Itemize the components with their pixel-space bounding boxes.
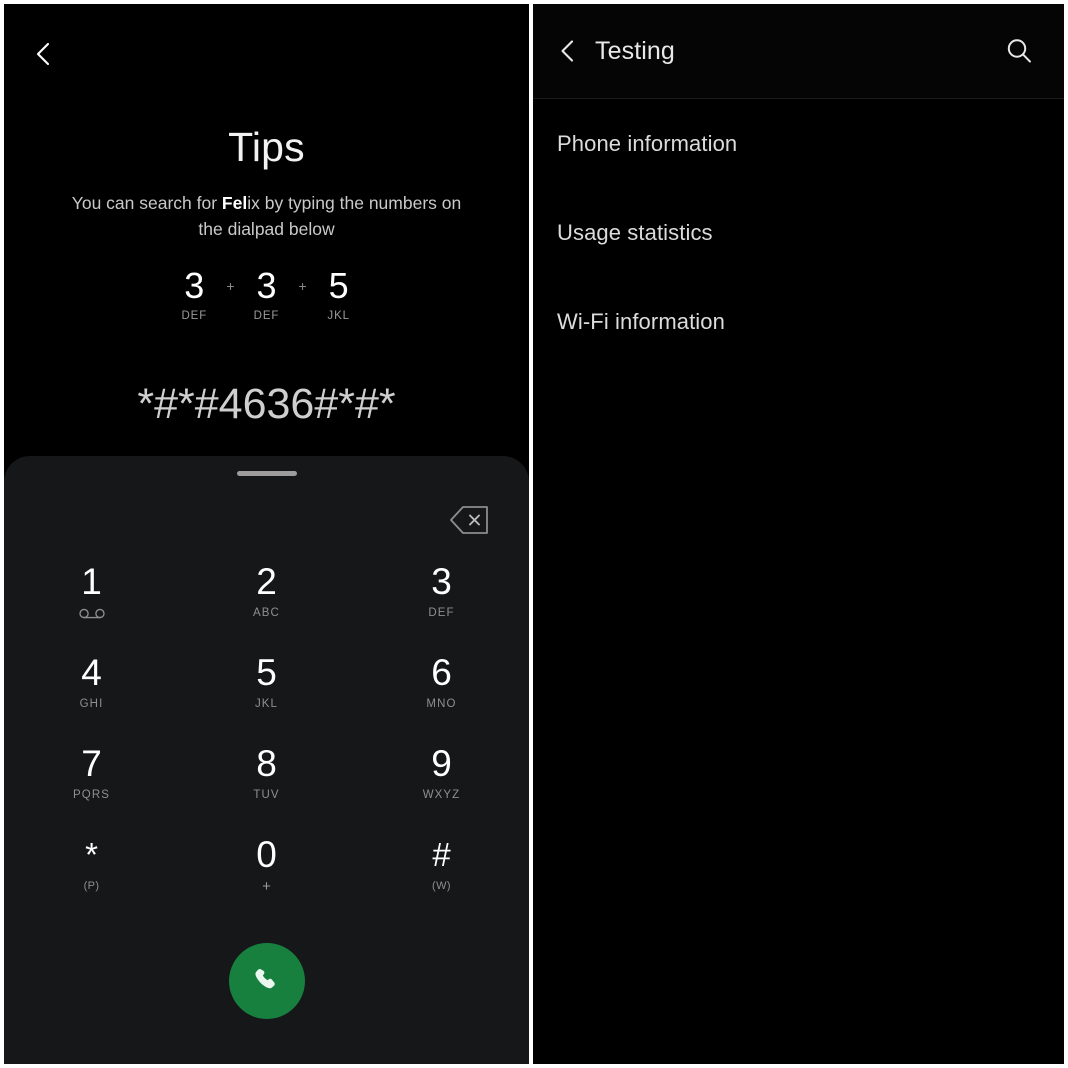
key-digit: 2: [256, 561, 277, 602]
key-digit: 6: [431, 652, 452, 693]
tips-subtitle-highlight: Fel: [221, 193, 248, 213]
tips-subtitle-prefix: You can search for: [71, 193, 222, 213]
key-letters: MNO: [426, 698, 457, 710]
call-button[interactable]: [228, 943, 305, 1019]
search-hint-keys: 3 DEF + 3 DEF + 5 JKL: [4, 265, 529, 323]
key-letters: WXYZ: [422, 789, 461, 801]
key-digit: 9: [431, 743, 452, 784]
dialpad-key-6[interactable]: 6 MNO: [354, 645, 529, 736]
dialpad-key-2[interactable]: 2 ABC: [179, 554, 354, 645]
key-letters: DEF: [428, 607, 455, 619]
key-digit: 0: [256, 834, 277, 875]
dialpad-key-0[interactable]: 0 +: [179, 827, 354, 918]
key-letters: PQRS: [73, 789, 110, 801]
dialpad-row-2: 4 GHI 5 JKL 6 MNO: [4, 645, 529, 736]
hint-separator: +: [226, 278, 235, 294]
dual-screenshot-container: Tips You can search for Felix by typing …: [0, 0, 1068, 1068]
dialpad-key-9[interactable]: 9 WXYZ: [354, 736, 529, 827]
menu-item-wifi-information[interactable]: Wi-Fi information: [533, 277, 1064, 366]
key-digit: 7: [81, 743, 102, 784]
dialer-screen: Tips You can search for Felix by typing …: [0, 0, 531, 1068]
dialpad-row-4: * (P) 0 + # (W): [4, 827, 529, 918]
dialpad-key-4[interactable]: 4 GHI: [4, 645, 179, 736]
hint-digit: 3: [184, 265, 205, 306]
menu-item-label: Usage statistics: [557, 219, 713, 245]
key-digit: 5: [256, 652, 277, 693]
menu-item-label: Wi-Fi information: [557, 308, 725, 334]
dialpad-key-5[interactable]: 5 JKL: [179, 645, 354, 736]
dialpad-row-1: 1 2 ABC 3 DEF: [4, 554, 529, 645]
voicemail-icon: [77, 606, 107, 620]
dialpad-key-hash[interactable]: # (W): [354, 827, 529, 918]
app-bar: Testing: [533, 4, 1064, 99]
dialpad-key-3[interactable]: 3 DEF: [354, 554, 529, 645]
search-icon[interactable]: [1004, 36, 1034, 66]
hint-key-3: 5 JKL: [308, 265, 370, 323]
hint-key-1: 3 DEF: [163, 265, 225, 323]
key-digit: 4: [81, 652, 102, 693]
key-digit: *: [85, 836, 98, 873]
hint-letters: JKL: [327, 310, 350, 322]
page-title: Testing: [595, 36, 675, 65]
menu-item-label: Phone information: [557, 130, 738, 156]
key-digit: #: [432, 836, 451, 873]
dialpad-row-3: 7 PQRS 8 TUV 9 WXYZ: [4, 736, 529, 827]
dialpad-sheet: 1 2 ABC 3 DEF 4 GHI 5 JKL 6 MNO 7 PQRS 8…: [4, 456, 529, 1064]
hint-letters: DEF: [253, 310, 280, 322]
key-digit: 3: [431, 561, 452, 602]
key-digit: 8: [256, 743, 277, 784]
hint-digit: 5: [328, 265, 349, 306]
key-digit: 1: [81, 561, 102, 602]
dialpad-keys: 1 2 ABC 3 DEF 4 GHI 5 JKL 6 MNO 7 PQRS 8…: [4, 554, 529, 918]
key-letters: TUV: [253, 789, 280, 801]
back-chevron-icon[interactable]: [555, 38, 581, 64]
hint-separator: +: [298, 278, 307, 294]
drag-handle[interactable]: [236, 471, 297, 476]
phone-call-icon: [254, 968, 275, 989]
key-letters: GHI: [79, 698, 104, 710]
key-letters: ABC: [253, 607, 280, 619]
dialpad-key-8[interactable]: 8 TUV: [179, 736, 354, 827]
dialed-number-display: *#*#4636#*#*: [137, 380, 396, 428]
key-letters: +: [262, 877, 271, 895]
tips-block: Tips You can search for Felix by typing …: [4, 122, 529, 242]
testing-menu-list: Phone information Usage statistics Wi-Fi…: [533, 99, 1064, 366]
menu-item-phone-information[interactable]: Phone information: [533, 99, 1064, 188]
backspace-icon[interactable]: [449, 504, 491, 536]
tips-subtitle: You can search for Felix by typing the n…: [67, 190, 467, 242]
testing-screen: Testing Phone information Usage statisti…: [531, 0, 1068, 1068]
dialpad-key-star[interactable]: * (P): [4, 827, 179, 918]
dialpad-key-7[interactable]: 7 PQRS: [4, 736, 179, 827]
key-letters: (W): [432, 880, 451, 892]
key-letters: JKL: [254, 698, 279, 710]
hint-letters: DEF: [181, 310, 208, 322]
page-title: Tips: [228, 124, 305, 170]
hint-digit: 3: [256, 265, 277, 306]
dialpad-key-1[interactable]: 1: [4, 554, 179, 645]
menu-item-usage-statistics[interactable]: Usage statistics: [533, 188, 1064, 277]
key-letters: (P): [83, 880, 100, 892]
back-chevron-icon[interactable]: [30, 40, 58, 68]
hint-key-2: 3 DEF: [236, 265, 298, 323]
